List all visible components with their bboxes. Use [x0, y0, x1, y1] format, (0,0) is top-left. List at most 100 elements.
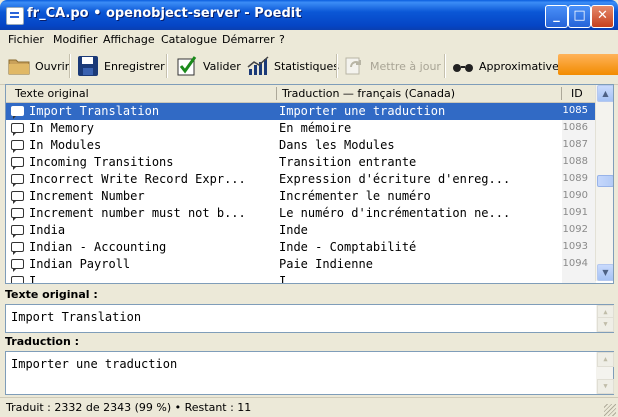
- row-translation: Dans les Modules: [279, 138, 395, 152]
- message-icon: [11, 242, 24, 255]
- row-id-cell: 1089: [562, 171, 596, 188]
- scroll-down-button[interactable]: ▼: [597, 317, 614, 332]
- row-translation: Inde - Comptabilité: [279, 240, 417, 254]
- row-id: 1085: [562, 105, 588, 116]
- menu-catalogue[interactable]: Catalogue: [161, 33, 217, 46]
- table-row[interactable]: Import Translation Importer une traducti…: [6, 103, 596, 120]
- fuzzy-label: Approximative: [479, 59, 559, 73]
- close-button[interactable]: ✕: [591, 5, 614, 28]
- table-row[interactable]: I... I...: [6, 273, 596, 284]
- table-row[interactable]: Incoming Transitions Transition entrante…: [6, 154, 596, 171]
- scroll-down-button[interactable]: ▼: [597, 379, 614, 394]
- toolbar-separator: [336, 54, 338, 78]
- list-scrollbar[interactable]: ▲ ▼: [595, 85, 613, 281]
- message-icon: [11, 259, 24, 272]
- folder-icon: [8, 55, 30, 77]
- message-icon: [11, 106, 24, 119]
- row-source: Increment Number: [29, 189, 145, 203]
- row-source: Increment number must not b...: [29, 206, 246, 220]
- bar-chart-icon: [247, 55, 269, 77]
- source-panel-label: Texte original :: [5, 288, 98, 301]
- resize-grip-icon[interactable]: [604, 404, 616, 416]
- row-id-cell: 1092: [562, 222, 596, 239]
- list-header: Texte original Traduction — français (Ca…: [6, 85, 596, 103]
- save-label: Enregistrer: [104, 59, 165, 73]
- menu-modifier[interactable]: Modifier: [53, 33, 97, 46]
- column-header-translation[interactable]: Traduction — français (Canada): [282, 87, 455, 100]
- row-translation: Transition entrante: [279, 155, 417, 169]
- scroll-thumb[interactable]: [597, 175, 613, 187]
- message-icon: [11, 174, 24, 187]
- title-bar[interactable]: fr_CA.po • openobject-server - Poedit _ …: [0, 0, 618, 30]
- menu-fichier[interactable]: Fichier: [8, 33, 44, 46]
- row-id-cell: 1091: [562, 205, 596, 222]
- row-id-cell: 1086: [562, 120, 596, 137]
- message-icon: [11, 191, 24, 204]
- translation-panel-label: Traduction :: [5, 335, 80, 348]
- column-header-source[interactable]: Texte original: [15, 87, 89, 100]
- open-button[interactable]: Ouvrir: [8, 51, 69, 81]
- update-button[interactable]: Mettre à jour: [343, 51, 441, 81]
- table-row[interactable]: Incorrect Write Record Expr... Expressio…: [6, 171, 596, 188]
- update-label: Mettre à jour: [370, 59, 441, 73]
- row-translation: I...: [279, 274, 308, 284]
- row-source: I...: [29, 274, 58, 284]
- toolbar-separator: [69, 54, 71, 78]
- toolbar: Ouvrir Enregistrer Valider Statistiques: [0, 48, 618, 85]
- row-id: 1086: [562, 122, 588, 133]
- row-source: In Memory: [29, 121, 95, 135]
- scroll-down-button[interactable]: ▼: [597, 264, 613, 281]
- table-row[interactable]: Indian Payroll Paie Indienne 1094: [6, 256, 596, 273]
- row-source: Indian - Accounting: [29, 240, 167, 254]
- table-row[interactable]: In Modules Dans les Modules 1087: [6, 137, 596, 154]
- validate-button[interactable]: Valider: [176, 51, 241, 81]
- column-header-id[interactable]: ID: [571, 87, 583, 100]
- scroll-up-button[interactable]: ▲: [597, 85, 613, 102]
- translation-text-field[interactable]: Importer une traduction ▲ ▼: [5, 351, 614, 395]
- message-icon: [11, 140, 24, 153]
- row-translation: Importer une traduction: [279, 104, 446, 118]
- menu-help[interactable]: ?: [279, 33, 285, 46]
- source-text-field[interactable]: Import Translation ▲ ▼: [5, 304, 614, 333]
- poedit-window: fr_CA.po • openobject-server - Poedit _ …: [0, 0, 618, 417]
- maximize-button[interactable]: □: [568, 5, 591, 28]
- row-translation: Incrémenter le numéro: [279, 189, 431, 203]
- row-id: 1088: [562, 156, 588, 167]
- translation-scrollbar[interactable]: ▲ ▼: [596, 352, 614, 394]
- row-translation: En mémoire: [279, 121, 352, 135]
- menu-affichage[interactable]: Affichage: [103, 33, 155, 46]
- row-id-cell: 1093: [562, 239, 596, 256]
- toolbar-separator: [166, 54, 168, 78]
- fuzzy-toggle[interactable]: Approximative: [452, 51, 559, 81]
- translation-text: Importer une traduction: [11, 357, 178, 371]
- statistics-label: Statistiques: [274, 59, 339, 73]
- statistics-button[interactable]: Statistiques: [247, 51, 339, 81]
- table-row[interactable]: Increment Number Incrémenter le numéro 1…: [6, 188, 596, 205]
- table-row[interactable]: India Inde 1092: [6, 222, 596, 239]
- message-icon: [11, 208, 24, 221]
- minimize-button[interactable]: _: [545, 5, 568, 28]
- table-row[interactable]: In Memory En mémoire 1086: [6, 120, 596, 137]
- row-id-cell: 1094: [562, 256, 596, 273]
- source-scrollbar[interactable]: ▲ ▼: [596, 305, 614, 332]
- row-id: 1093: [562, 241, 588, 252]
- status-bar: Traduit : 2332 de 2343 (99 %) • Restant …: [0, 397, 618, 417]
- message-icon: [11, 157, 24, 170]
- row-id: 1089: [562, 173, 588, 184]
- row-source: In Modules: [29, 138, 102, 152]
- column-divider[interactable]: [276, 87, 277, 100]
- glasses-icon: [452, 55, 474, 77]
- column-divider[interactable]: [561, 87, 562, 100]
- floppy-disk-icon: [77, 55, 99, 77]
- save-button[interactable]: Enregistrer: [77, 51, 165, 81]
- row-id-cell: 1090: [562, 188, 596, 205]
- table-row[interactable]: Increment number must not b... Le numéro…: [6, 205, 596, 222]
- row-translation: Expression d'écriture d'enreg...: [279, 172, 511, 186]
- row-id: 1092: [562, 224, 588, 235]
- scroll-up-button[interactable]: ▲: [597, 352, 614, 367]
- table-row[interactable]: Indian - Accounting Inde - Comptabilité …: [6, 239, 596, 256]
- menu-bar: Fichier Modifier Affichage Catalogue Dém…: [0, 30, 618, 48]
- message-icon: [11, 123, 24, 136]
- menu-demarrer[interactable]: Démarrer: [222, 33, 275, 46]
- message-icon: [11, 276, 24, 283]
